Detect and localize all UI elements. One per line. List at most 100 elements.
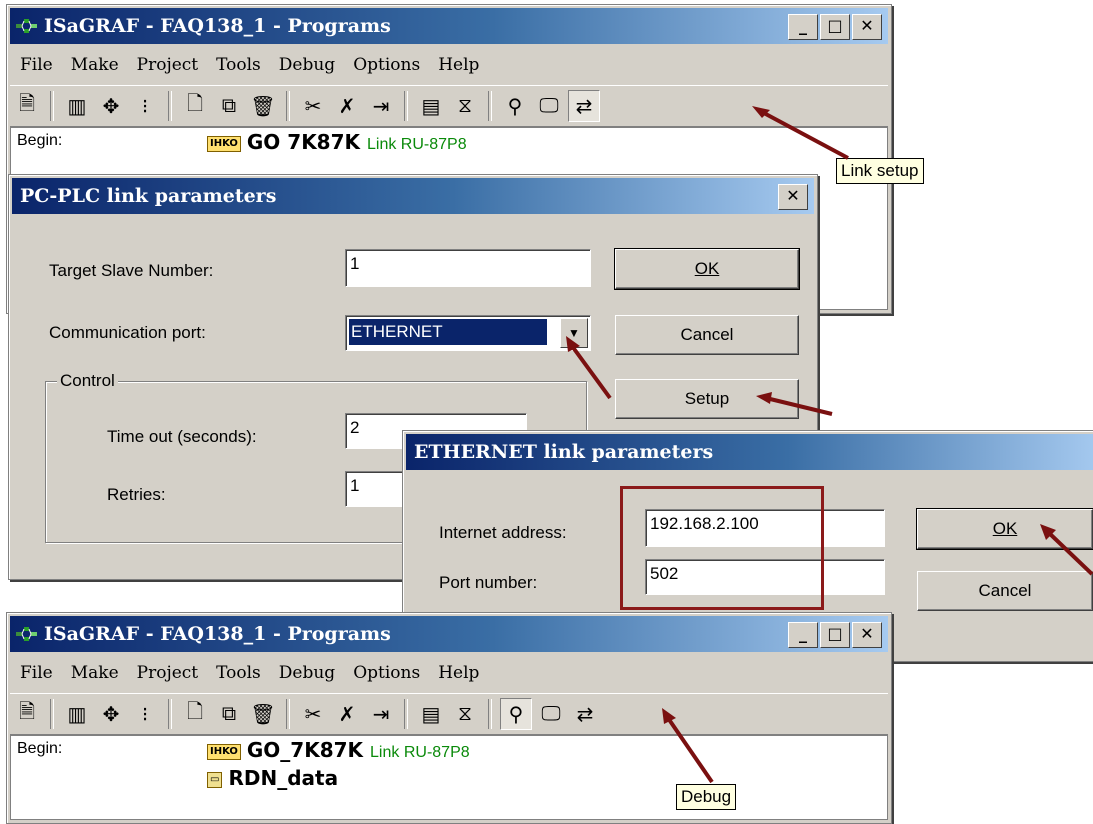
link-setup-tooltip: Link setup <box>836 158 924 184</box>
debug-icon[interactable]: ⚲ <box>500 91 530 121</box>
program-type-icon: ▭ <box>207 771 223 788</box>
program-list: Begin: IHKO GO_7K87K Link RU-87P8 ▭ RDN_da… <box>10 735 888 820</box>
dialog-title: PC-PLC link parameters <box>20 185 277 207</box>
port-number-label: Port number: <box>439 573 538 592</box>
new-file-icon[interactable]: 🗋 <box>180 91 210 121</box>
title-bar[interactable]: ISaGRAF - FAQ138_1 - Programs _ □ ✕ <box>10 616 888 652</box>
comm-port-select[interactable]: ETHERNET ▼ <box>345 315 591 351</box>
ok-label: OK <box>694 259 720 278</box>
menu-file[interactable]: File <box>20 663 53 683</box>
maximize-button[interactable]: □ <box>820 14 850 40</box>
copy-icon[interactable]: ⧉ <box>214 699 244 729</box>
window-title: ISaGRAF - FAQ138_1 - Programs <box>44 15 391 37</box>
definitions-icon[interactable]: ⁝ <box>130 699 160 729</box>
menu-project[interactable]: Project <box>137 55 198 75</box>
setup-label: Setup <box>684 389 730 408</box>
program-item[interactable]: IHKO GO_7K87K Link RU-87P8 <box>207 738 470 762</box>
verify-icon[interactable]: ✂ <box>298 91 328 121</box>
program-type-icon: IHKO <box>207 135 241 152</box>
maximize-button[interactable]: □ <box>820 622 850 648</box>
new-file-icon[interactable]: 🗋 <box>180 699 210 729</box>
menu-options[interactable]: Options <box>353 55 420 75</box>
monitor-icon[interactable]: 🖵 <box>536 699 566 729</box>
copy-icon[interactable]: ⧉ <box>214 91 244 121</box>
document-icon[interactable]: 🗎 <box>12 91 42 121</box>
program-type-icon: IHKO <box>207 743 241 760</box>
io-connection-icon[interactable]: ✥ <box>96 699 126 729</box>
toolbar-separator <box>488 699 492 729</box>
comm-port-label: Communication port: <box>49 323 206 342</box>
menu-bar: File Make Project Tools Debug Options He… <box>10 47 888 83</box>
timeout-label: Time out (seconds): <box>107 427 257 446</box>
highlight-box <box>620 486 824 610</box>
menu-make[interactable]: Make <box>71 663 119 683</box>
debug-icon[interactable]: ⚲ <box>500 698 532 730</box>
cancel-button[interactable]: Cancel <box>917 571 1093 611</box>
internet-address-label: Internet address: <box>439 523 567 542</box>
debug-options-icon[interactable]: ⧖ <box>450 699 480 729</box>
toolbar-separator <box>168 699 172 729</box>
ok-button[interactable]: OK <box>916 508 1093 550</box>
program-link-text: Link RU-87P8 <box>366 136 467 153</box>
menu-help[interactable]: Help <box>438 55 479 75</box>
delete-icon[interactable]: 🗑 <box>248 91 278 121</box>
target-slave-input[interactable]: 1 <box>345 249 591 287</box>
make-icon[interactable]: ✗ <box>332 699 362 729</box>
document-icon[interactable]: 🗎 <box>12 699 42 729</box>
menu-options[interactable]: Options <box>353 663 420 683</box>
cancel-button[interactable]: Cancel <box>615 315 799 355</box>
bottom-program-window: ISaGRAF - FAQ138_1 - Programs _ □ ✕ File… <box>6 612 892 824</box>
toolbar-separator <box>50 699 54 729</box>
dictionary-icon[interactable]: ▥ <box>62 91 92 121</box>
menu-project[interactable]: Project <box>137 663 198 683</box>
program-item[interactable]: ▭ RDN_data <box>207 766 338 790</box>
toolbar-separator <box>286 91 290 121</box>
ok-button[interactable]: OK <box>614 248 800 290</box>
close-button[interactable]: ✕ <box>778 184 808 210</box>
dialog-title-bar[interactable]: ETHERNET link parameters <box>406 434 1093 470</box>
title-bar[interactable]: ISaGRAF - FAQ138_1 - Programs _ □ ✕ <box>10 8 888 44</box>
toolbar: 🗎 ▥ ✥ ⁝ 🗋 ⧉ 🗑 ✂ ✗ ⇥ ▤ ⧖ ⚲ 🖵 ⇄ <box>10 693 888 735</box>
menu-file[interactable]: File <box>20 55 53 75</box>
begin-label: Begin: <box>17 740 63 757</box>
menu-tools[interactable]: Tools <box>216 663 261 683</box>
download-icon[interactable]: ⇥ <box>366 699 396 729</box>
toolbar-separator <box>168 91 172 121</box>
debug-options-icon[interactable]: ⧖ <box>450 91 480 121</box>
dialog-title: ETHERNET link parameters <box>414 441 714 463</box>
minimize-button[interactable]: _ <box>788 14 818 40</box>
program-name: RDN_data <box>228 766 339 790</box>
link-setup-icon[interactable]: ⇄ <box>568 90 600 122</box>
close-button[interactable]: ✕ <box>852 14 882 40</box>
isagraf-app-icon <box>16 627 37 641</box>
link-setup-icon[interactable]: ⇄ <box>570 699 600 729</box>
menu-help[interactable]: Help <box>438 663 479 683</box>
menu-tools[interactable]: Tools <box>216 55 261 75</box>
simulate-icon[interactable]: ▤ <box>416 699 446 729</box>
menu-debug[interactable]: Debug <box>279 55 335 75</box>
toolbar-separator <box>404 699 408 729</box>
minimize-button[interactable]: _ <box>788 622 818 648</box>
close-button[interactable]: ✕ <box>852 622 882 648</box>
monitor-icon[interactable]: 🖵 <box>534 91 564 121</box>
verify-icon[interactable]: ✂ <box>298 699 328 729</box>
retries-label: Retries: <box>107 485 166 504</box>
delete-icon[interactable]: 🗑 <box>248 699 278 729</box>
menu-debug[interactable]: Debug <box>279 663 335 683</box>
download-icon[interactable]: ⇥ <box>366 91 396 121</box>
menu-make[interactable]: Make <box>71 55 119 75</box>
program-item[interactable]: IHKO GO 7K87K Link RU-87P8 <box>207 130 467 154</box>
io-connection-icon[interactable]: ✥ <box>96 91 126 121</box>
dialog-title-bar[interactable]: PC-PLC link parameters ✕ <box>12 178 814 214</box>
simulate-icon[interactable]: ▤ <box>416 91 446 121</box>
cancel-label: Cancel <box>978 581 1032 600</box>
control-group-label: Control <box>57 371 118 391</box>
isagraf-app-icon <box>16 19 37 33</box>
definitions-icon[interactable]: ⁝ <box>130 91 160 121</box>
dictionary-icon[interactable]: ▥ <box>62 699 92 729</box>
chevron-down-icon[interactable]: ▼ <box>560 318 588 348</box>
setup-button[interactable]: Setup <box>615 379 799 419</box>
program-name: GO 7K87K <box>246 130 361 154</box>
toolbar-separator <box>286 699 290 729</box>
make-icon[interactable]: ✗ <box>332 91 362 121</box>
